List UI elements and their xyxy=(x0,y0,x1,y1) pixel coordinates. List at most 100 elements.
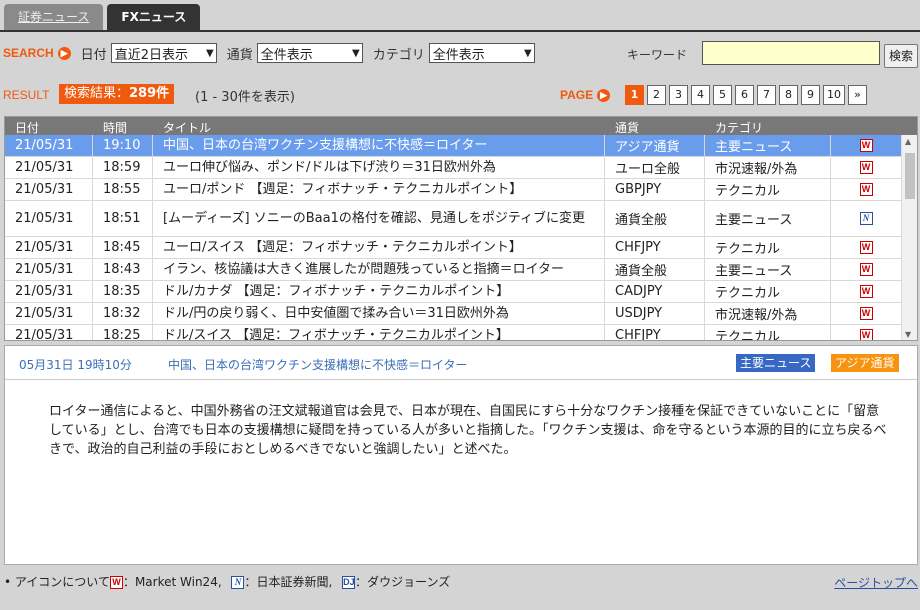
chevron-down-icon: ▼ xyxy=(205,47,214,59)
row-currency: CADJPY xyxy=(605,281,705,302)
icon-legend: • アイコンについて W ：Market Win24, N ：日本証券新聞, DJ：ダ… xyxy=(4,575,451,589)
page-top-link[interactable]: ページトップへ xyxy=(834,574,918,591)
marketwin-icon: W xyxy=(109,576,123,589)
table-row[interactable]: 21/05/31 19:10 中国、日本の台湾ワクチン支援構想に不快感＝ロイター アジ… xyxy=(5,135,901,157)
table-row[interactable]: 21/05/31 18:35 ドル/カナダ 【週足：フィボナッチ・テクニカルポイント… xyxy=(5,281,901,303)
table-scrollbar[interactable]: ▲ ▼ xyxy=(901,135,917,340)
row-source: W xyxy=(831,179,901,200)
page-button[interactable]: 9 xyxy=(801,85,820,105)
row-title: ユーロ/スイス 【週足：フィボナッチ・テクニカルポイント】 xyxy=(153,237,605,258)
row-category: 市況速報/外為 xyxy=(705,303,831,324)
row-date: 21/05/31 xyxy=(5,303,93,324)
chevron-down-icon: ▼ xyxy=(524,47,532,59)
page-button[interactable]: 4 xyxy=(691,85,710,105)
row-source: N xyxy=(831,201,901,236)
row-category: 主要ニュース xyxy=(705,135,831,156)
marketwin-icon: W xyxy=(859,139,873,152)
row-currency: 通貨全般 xyxy=(605,201,705,236)
page-button[interactable]: 3 xyxy=(669,85,688,105)
scroll-down-icon[interactable]: ▼ xyxy=(905,330,911,339)
arrow-right-icon: ▶ xyxy=(57,46,71,60)
row-source: W xyxy=(831,325,901,340)
marketwin-icon: W xyxy=(859,263,873,276)
row-currency: CHFJPY xyxy=(605,237,705,258)
marketwin-icon: W xyxy=(859,329,873,340)
table-row[interactable]: 21/05/31 18:45 ユーロ/スイス 【週足：フィボナッチ・テクニカルポイン… xyxy=(5,237,901,259)
table-row[interactable]: 21/05/31 18:32 ドル/円の戻り弱く、日中安値圏で揉み合い＝31日欧州外… xyxy=(5,303,901,325)
pagination: 1 2 3 4 5 6 7 8 9 10» xyxy=(625,85,867,105)
row-title: [ムーディーズ] ソニーのBaa1の格付を確認、見通しをポジティブに変更 xyxy=(153,201,605,236)
category-filter-select[interactable]: 全件表示 ▼ xyxy=(428,43,535,63)
result-range: (1 - 30件を表示) xyxy=(195,90,295,105)
row-source: W xyxy=(831,303,901,324)
page-label: PAGE ▶ xyxy=(560,88,611,102)
search-button[interactable]: 検索 xyxy=(884,44,918,68)
table-row[interactable]: 21/05/31 18:25 ドル/スイス 【週足：フィボナッチ・テクニカルポイント… xyxy=(5,325,901,340)
scroll-up-icon[interactable]: ▲ xyxy=(905,137,911,146)
footer: • アイコンについて W ：Market Win24, N ：日本証券新聞, DJ：ダ… xyxy=(4,574,918,608)
marketwin-icon: W xyxy=(859,183,873,196)
search-label: SEARCH ▶ xyxy=(3,46,71,60)
news-tabs: 証券ニュース FXニュース xyxy=(4,4,201,30)
row-title: ドル/カナダ 【週足：フィボナッチ・テクニカルポイント】 xyxy=(153,281,605,302)
row-currency: CHFJPY xyxy=(605,325,705,340)
currency-tag: アジア通貨 xyxy=(831,354,899,372)
row-source: W xyxy=(831,259,901,280)
page-button[interactable]: 10 xyxy=(823,85,845,105)
search-bar: SEARCH ▶ 日付 直近2日表示 ▼ 通貨 全件表示 ▼ カテゴリ 全件表示… xyxy=(0,40,920,68)
row-title: ドル/円の戻り弱く、日中安値圏で揉み合い＝31日欧州外為 xyxy=(153,303,605,324)
date-filter-select[interactable]: 直近2日表示 ▼ xyxy=(110,43,217,63)
row-title: ドル/スイス 【週足：フィボナッチ・テクニカルポイント】 xyxy=(153,325,605,340)
row-time: 18:55 xyxy=(93,179,153,200)
marketwin-icon: W xyxy=(859,241,873,254)
page-button[interactable]: 6 xyxy=(735,85,754,105)
table-row[interactable]: 21/05/31 18:55 ユーロ/ポンド 【週足：フィボナッチ・テクニカルポイン… xyxy=(5,179,901,201)
chevron-down-icon: ▼ xyxy=(352,47,360,59)
result-count-badge: 検索結果：289件 xyxy=(59,84,175,104)
tab-fx-news[interactable]: FXニュース xyxy=(107,4,201,30)
row-time: 18:32 xyxy=(93,303,153,324)
page-button[interactable]: 8 xyxy=(779,85,798,105)
scroll-thumb[interactable] xyxy=(905,153,915,199)
keyword-input[interactable] xyxy=(702,41,880,65)
row-time: 18:35 xyxy=(93,281,153,302)
article-body: ロイター通信によると、中国外務省の汪文斌報道官は会見で、日本が現在、自国民にすら… xyxy=(49,404,887,457)
row-source: W xyxy=(831,237,901,258)
nikkei-shoken-icon: N xyxy=(231,576,245,589)
row-time: 18:25 xyxy=(93,325,153,340)
row-currency: アジア通貨 xyxy=(605,135,705,156)
header-date: 日付 xyxy=(15,121,40,135)
row-category: 市況速報/外為 xyxy=(705,157,831,178)
page-button[interactable]: 7 xyxy=(757,85,776,105)
next-page-button[interactable]: » xyxy=(848,85,867,105)
row-category: テクニカル xyxy=(705,325,831,340)
row-date: 21/05/31 xyxy=(5,281,93,302)
category-filter-label: カテゴリ xyxy=(372,47,425,63)
table-body: 21/05/31 19:10 中国、日本の台湾ワクチン支援構想に不快感＝ロイター アジ… xyxy=(5,135,901,340)
news-table: 日付 時間 タイトル 通貨 カテゴリ 21/05/31 19:10 中国、日本の台湾… xyxy=(4,116,918,341)
nikkei-shoken-icon: N xyxy=(859,212,873,225)
table-row[interactable]: 21/05/31 18:43 イラン、核協議は大きく進展したが問題残っていると指摘＝… xyxy=(5,259,901,281)
row-source: W xyxy=(831,157,901,178)
tab-stock-news[interactable]: 証券ニュース xyxy=(4,4,104,30)
table-row[interactable]: 21/05/31 18:51 [ムーディーズ] ソニーのBaa1の格付を確認、見通し… xyxy=(5,201,901,237)
page-button[interactable]: 2 xyxy=(647,85,666,105)
tab-underline xyxy=(0,30,920,32)
result-bar: RESULT 検索結果：289件 (1 - 30件を表示) PAGE ▶ 123… xyxy=(0,84,920,106)
row-currency: ユーロ全般 xyxy=(605,157,705,178)
row-currency: GBPJPY xyxy=(605,179,705,200)
row-date: 21/05/31 xyxy=(5,259,93,280)
article-detail: 05月31日 19時10分 中国、日本の台湾ワクチン支援構想に不快感＝ロイター … xyxy=(4,345,918,565)
keyword-label: キーワード xyxy=(627,48,688,62)
currency-filter-select[interactable]: 全件表示 ▼ xyxy=(256,43,363,63)
page-button[interactable]: 5 xyxy=(713,85,732,105)
table-row[interactable]: 21/05/31 18:59 ユーロ伸び悩み、ポンド/ドルは下げ渋り＝31日欧州外為… xyxy=(5,157,901,179)
header-time: 時間 xyxy=(103,121,128,135)
page-button[interactable]: 1 xyxy=(625,85,644,105)
date-filter-label: 日付 xyxy=(80,47,107,63)
row-category: 主要ニュース xyxy=(705,201,831,236)
row-currency: USDJPY xyxy=(605,303,705,324)
row-category: 主要ニュース xyxy=(705,259,831,280)
marketwin-icon: W xyxy=(859,307,873,320)
header-currency: 通貨 xyxy=(615,121,640,135)
